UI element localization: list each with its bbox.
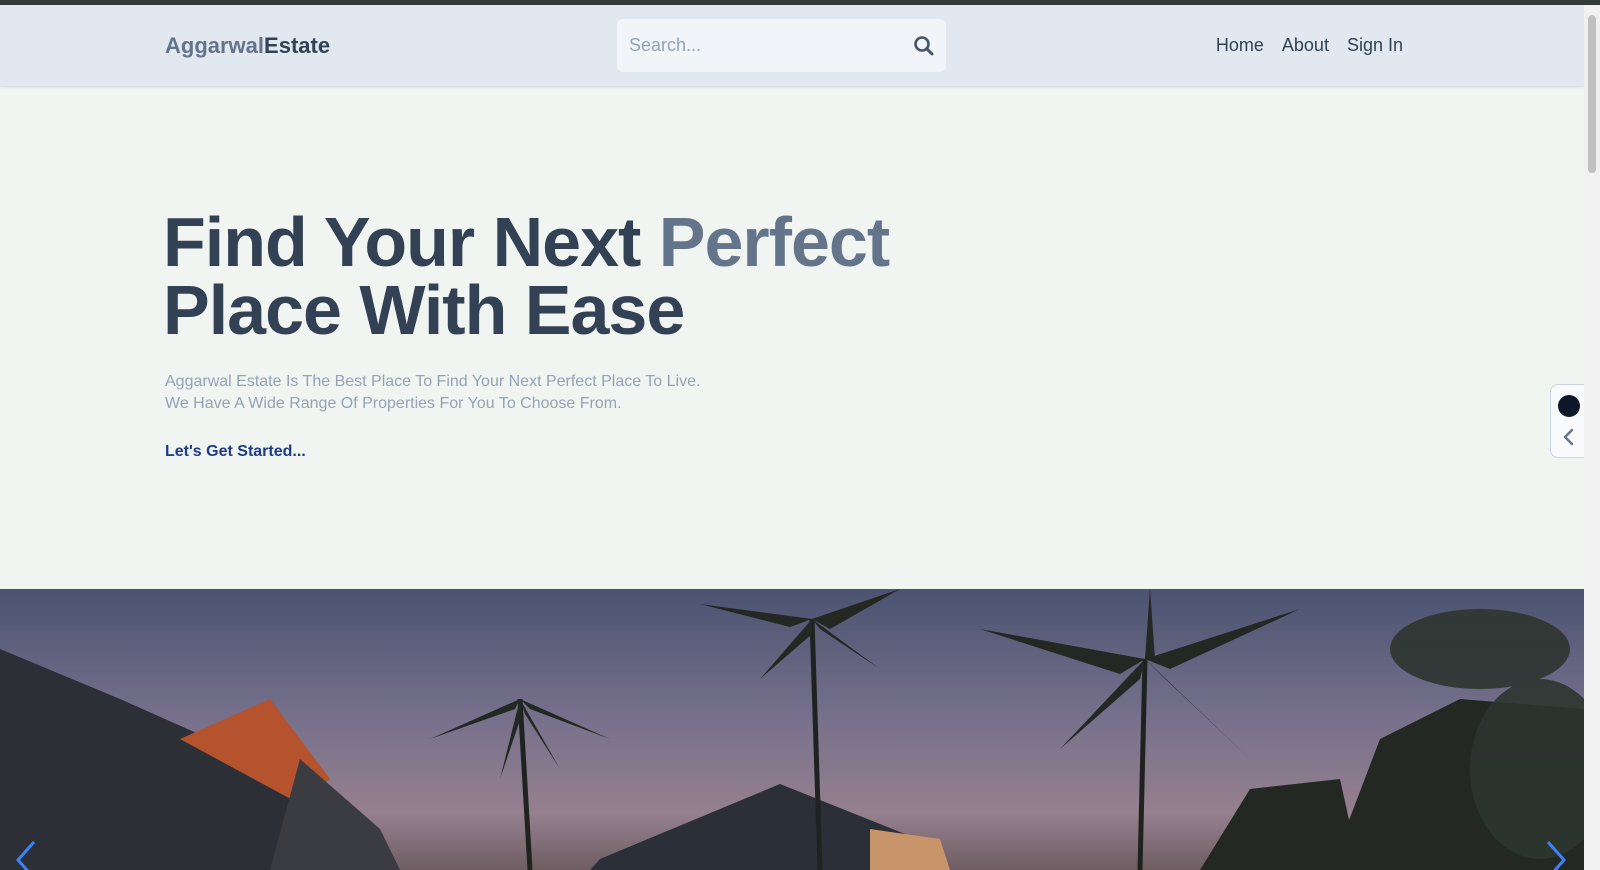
nav-sign-in-link[interactable]: Sign In — [1347, 35, 1403, 56]
hero-banner-image — [0, 589, 1584, 870]
hero-description: Aggarwal Estate Is The Best Place To Fin… — [165, 371, 700, 415]
logo-part-aggarwal: Aggarwal — [165, 33, 265, 58]
logo-part-estate: Estate — [264, 33, 331, 58]
nav-about-link[interactable]: About — [1282, 35, 1329, 56]
hero-description-line1: Aggarwal Estate Is The Best Place To Fin… — [165, 373, 701, 390]
carousel-prev-icon[interactable] — [4, 838, 44, 870]
hero-title-line2: Place With Ease — [163, 271, 685, 349]
hero-title: Find Your Next Perfect Place With Ease — [163, 207, 890, 345]
main-nav: Home About Sign In — [1216, 35, 1403, 56]
hero-title-accent: Perfect — [658, 203, 890, 281]
page-scrollbar[interactable] — [1584, 5, 1600, 870]
search-box — [617, 19, 946, 72]
hero-title-main: Find Your Next — [163, 203, 659, 281]
nav-home-link[interactable]: Home — [1216, 35, 1264, 56]
side-extension-widget — [1550, 384, 1586, 458]
carousel-next-icon[interactable] — [1538, 838, 1578, 870]
get-started-link[interactable]: Let's Get Started... — [165, 443, 306, 461]
scrollbar-thumb[interactable] — [1588, 15, 1596, 173]
site-logo[interactable]: AggarwalEstate — [165, 33, 330, 59]
chevron-left-icon[interactable] — [1558, 426, 1580, 448]
extension-icon[interactable] — [1558, 395, 1580, 417]
hero-description-line2: We Have A Wide Range Of Properties For Y… — [165, 395, 622, 412]
site-header: AggarwalEstate Home About Sign In — [0, 5, 1584, 86]
search-icon[interactable] — [913, 35, 935, 57]
resort-photo — [0, 589, 1584, 870]
search-input[interactable] — [629, 19, 899, 72]
